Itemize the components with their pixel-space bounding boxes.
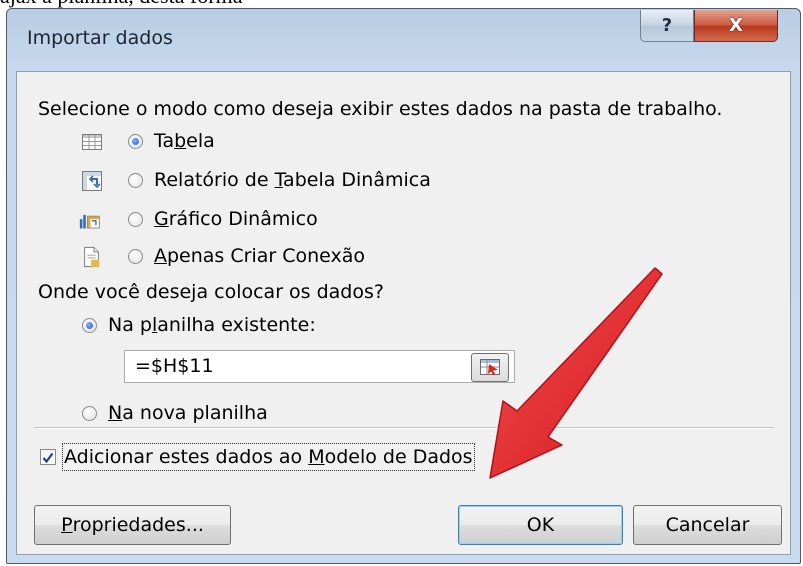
radio-pivot-chart[interactable]: [128, 212, 143, 227]
radio-pivot-table[interactable]: [128, 173, 143, 188]
radio-connection-only[interactable]: [128, 249, 143, 264]
display-mode-label: Selecione o modo como deseja exibir este…: [38, 98, 723, 120]
import-data-dialog: Importar dados ? X Selecione o modo como…: [6, 8, 801, 564]
cancel-button[interactable]: Cancelar: [633, 505, 782, 545]
option-pivot-table-label[interactable]: Relatório de Tabela Dinâmica: [154, 168, 431, 192]
properties-button[interactable]: Propriedades...: [34, 505, 231, 545]
pivot-table-icon: [82, 171, 102, 191]
option-connection-only-label[interactable]: Apenas Criar Conexão: [154, 244, 365, 268]
connection-icon: [84, 246, 100, 268]
pivot-chart-icon: [79, 214, 100, 229]
close-button[interactable]: X: [694, 10, 778, 42]
cell-reference-input[interactable]: =$H$11: [124, 350, 515, 383]
separator: [34, 427, 774, 429]
close-icon: X: [729, 15, 743, 36]
range-picker-icon: [480, 359, 500, 376]
data-model-checkbox[interactable]: [40, 449, 56, 465]
location-label: Onde você deseja colocar os dados?: [38, 281, 384, 303]
option-pivot-chart-label[interactable]: Gráfico Dinâmico: [154, 207, 318, 231]
radio-existing-sheet[interactable]: [82, 318, 97, 333]
check-icon: [42, 452, 54, 464]
range-picker-button[interactable]: [471, 353, 509, 382]
help-button[interactable]: ?: [640, 10, 694, 42]
data-model-label[interactable]: Adicionar estes dados ao Modelo de Dados: [62, 443, 475, 471]
table-icon: [82, 134, 102, 150]
cell-reference-value: =$H$11: [135, 355, 214, 377]
dialog-body: Selecione o modo como deseja exibir este…: [16, 71, 791, 555]
help-icon: ?: [661, 15, 673, 36]
new-sheet-label[interactable]: Na nova planilha: [108, 401, 268, 425]
ok-button[interactable]: OK: [458, 505, 623, 545]
existing-sheet-label[interactable]: Na planilha existente:: [108, 313, 316, 337]
option-table-label[interactable]: Tabela: [154, 129, 215, 153]
radio-table[interactable]: [128, 134, 143, 149]
radio-new-sheet[interactable]: [82, 406, 97, 421]
dialog-title: Importar dados: [27, 27, 173, 49]
